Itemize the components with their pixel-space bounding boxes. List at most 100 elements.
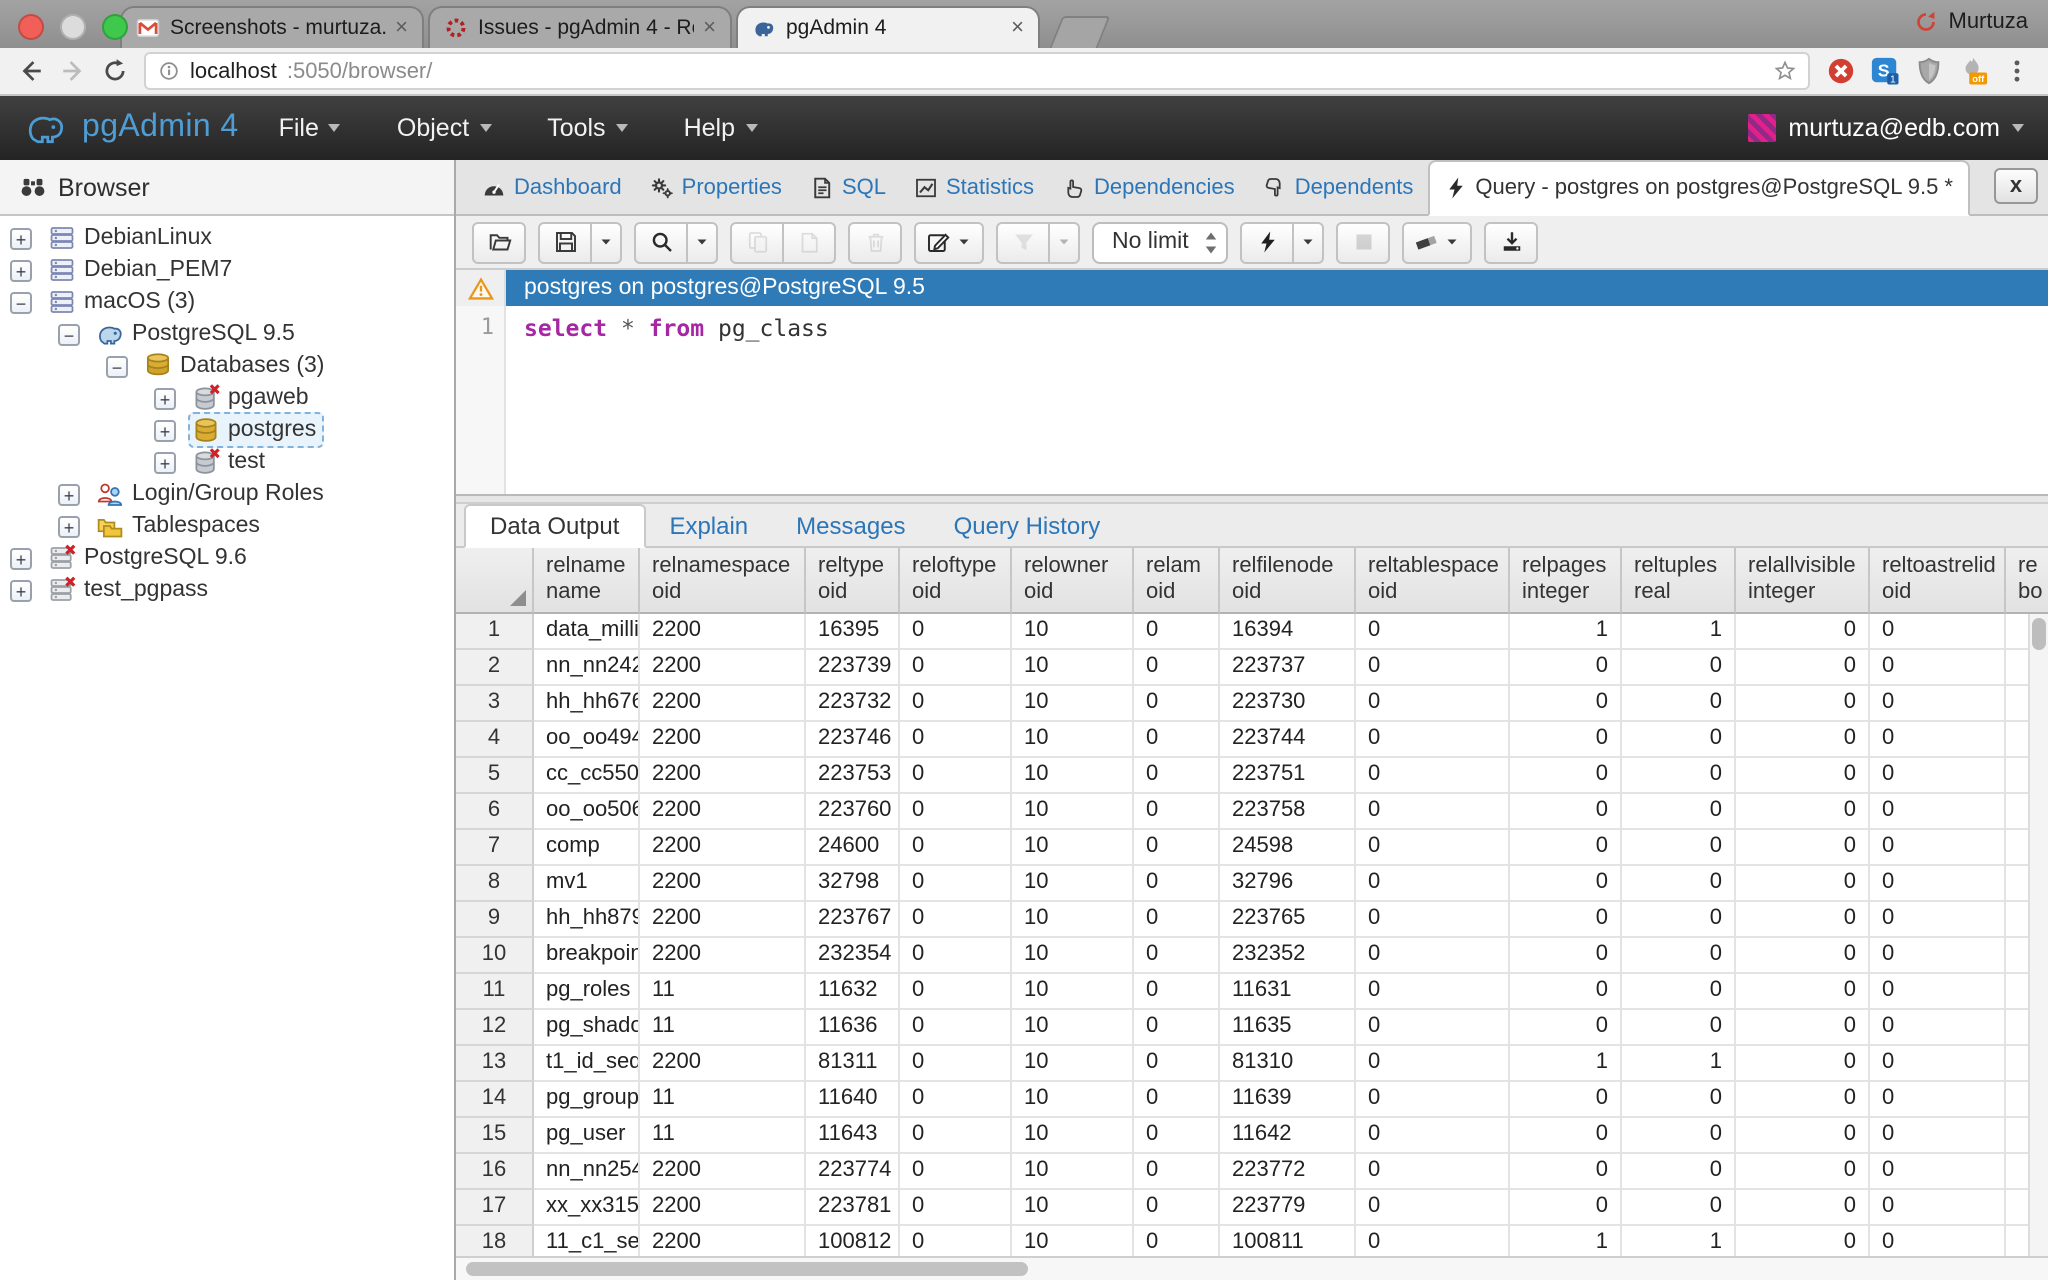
grid-cell[interactable]: 0: [1134, 1046, 1220, 1082]
grid-cell[interactable]: 2200: [640, 1226, 806, 1256]
grid-cell[interactable]: 10: [1012, 1010, 1134, 1046]
grid-cell[interactable]: 0: [1622, 866, 1736, 902]
grid-cell[interactable]: 11642: [1220, 1118, 1356, 1154]
grid-cell[interactable]: 0: [1356, 866, 1510, 902]
user-menu[interactable]: murtuza@edb.com: [1748, 114, 2024, 142]
grid-cell[interactable]: 223781: [806, 1190, 900, 1226]
grid-cell[interactable]: 0: [1622, 1154, 1736, 1190]
grid-cell[interactable]: 0: [1356, 722, 1510, 758]
grid-cell[interactable]: 0: [900, 650, 1012, 686]
address-bar[interactable]: localhost:5050/browser/: [144, 52, 1810, 90]
grid-cell[interactable]: 223732: [806, 686, 900, 722]
grid-cell[interactable]: nn_nn254...: [534, 1154, 640, 1190]
zoom-window-button[interactable]: [102, 14, 128, 40]
grid-cell[interactable]: 11_c1_seq: [534, 1226, 640, 1256]
grid-cell[interactable]: 0: [1870, 614, 2006, 650]
grid-cell[interactable]: 0: [1134, 1010, 1220, 1046]
grid-cell[interactable]: 0: [1622, 1118, 1736, 1154]
grid-cell[interactable]: 0: [1510, 758, 1622, 794]
grid-cell[interactable]: 0: [1356, 1226, 1510, 1256]
grid-cell[interactable]: 0: [1134, 794, 1220, 830]
grid-cell[interactable]: hh_hh676...: [534, 686, 640, 722]
row-limit-select[interactable]: No limit: [1092, 221, 1229, 263]
copy-button[interactable]: [730, 221, 784, 263]
expand-toggle[interactable]: +: [58, 515, 80, 537]
grid-cell[interactable]: 10: [1012, 614, 1134, 650]
grid-cell[interactable]: 0: [1356, 1190, 1510, 1226]
grid-cell[interactable]: 2200: [640, 1154, 806, 1190]
expand-toggle[interactable]: +: [10, 227, 32, 249]
minimize-window-button[interactable]: [60, 14, 86, 40]
grid-cell[interactable]: 10: [1012, 1190, 1134, 1226]
grid-cell[interactable]: 0: [1356, 614, 1510, 650]
tree-node[interactable]: Login/Group Roles: [92, 476, 332, 512]
execute-options-button[interactable]: [1293, 221, 1325, 263]
shield-extension[interactable]: [1914, 56, 1944, 86]
browser-tab[interactable]: Screenshots - murtuza.zabuaw×: [120, 6, 424, 48]
grid-cell[interactable]: 0: [1870, 902, 2006, 938]
tab-statistics[interactable]: Statistics: [900, 160, 1048, 214]
grid-cell[interactable]: 11639: [1220, 1082, 1356, 1118]
filter-options-button[interactable]: [1048, 221, 1080, 263]
collapse-toggle[interactable]: −: [106, 355, 128, 377]
row-number[interactable]: 2: [456, 650, 534, 686]
column-header-reltoastrelid[interactable]: reltoastrelidoid: [1870, 548, 2006, 614]
grid-cell[interactable]: 11: [640, 1082, 806, 1118]
clear-button[interactable]: [1403, 221, 1473, 263]
expand-toggle[interactable]: +: [10, 547, 32, 569]
browser-tab[interactable]: pgAdmin 4×: [736, 6, 1040, 48]
forward-icon[interactable]: [60, 58, 86, 84]
grid-cell[interactable]: 0: [1870, 1010, 2006, 1046]
grid-cell[interactable]: 0: [1736, 794, 1870, 830]
tree-item-macos-3[interactable]: −macOS (3): [0, 286, 454, 318]
tree-item-tablespaces[interactable]: +Tablespaces: [0, 510, 454, 542]
tree-node[interactable]: test: [188, 444, 273, 480]
row-number[interactable]: 8: [456, 866, 534, 902]
grid-cell[interactable]: 223767: [806, 902, 900, 938]
vertical-scrollbar[interactable]: [2028, 614, 2048, 1256]
column-header-relam[interactable]: relamoid: [1134, 548, 1220, 614]
grid-cell[interactable]: 0: [1870, 1226, 2006, 1256]
grid-cell[interactable]: 0: [1622, 830, 1736, 866]
expand-toggle[interactable]: +: [154, 451, 176, 473]
expand-toggle[interactable]: +: [10, 579, 32, 601]
grid-cell[interactable]: 0: [1356, 758, 1510, 794]
grid-cell[interactable]: 0: [1622, 686, 1736, 722]
grid-cell[interactable]: 10: [1012, 722, 1134, 758]
row-number[interactable]: 1: [456, 614, 534, 650]
grid-cell[interactable]: oo_oo506...: [534, 794, 640, 830]
grid-cell[interactable]: 2200: [640, 794, 806, 830]
grid-cell[interactable]: 0: [1870, 686, 2006, 722]
grid-cell[interactable]: 1: [1622, 1226, 1736, 1256]
grid-cell[interactable]: 0: [1356, 1046, 1510, 1082]
edit-options-button[interactable]: [914, 221, 984, 263]
vertical-scrollbar-thumb[interactable]: [2032, 618, 2046, 650]
horizontal-scrollbar-thumb[interactable]: [466, 1262, 1028, 1276]
grid-cell[interactable]: 0: [1356, 938, 1510, 974]
grid-cell[interactable]: 0: [900, 1190, 1012, 1226]
grid-cell[interactable]: 0: [1870, 794, 2006, 830]
grid-cell[interactable]: 0: [900, 830, 1012, 866]
grid-cell[interactable]: 223744: [1220, 722, 1356, 758]
grid-cell[interactable]: 0: [1134, 938, 1220, 974]
grid-cell[interactable]: 223730: [1220, 686, 1356, 722]
tree-node[interactable]: DebianLinux: [44, 220, 220, 256]
grid-cell[interactable]: 0: [1510, 1118, 1622, 1154]
save-options-button[interactable]: [590, 221, 622, 263]
browser-profile[interactable]: Murtuza: [1915, 10, 2029, 34]
grid-cell[interactable]: 2200: [640, 1046, 806, 1082]
tree-node[interactable]: Debian_PEM7: [44, 252, 240, 288]
grid-cell[interactable]: 0: [900, 758, 1012, 794]
tab-sql[interactable]: SQL: [796, 160, 900, 214]
grid-cell[interactable]: 2200: [640, 650, 806, 686]
stop-button[interactable]: [1337, 221, 1391, 263]
grid-cell[interactable]: 2200: [640, 722, 806, 758]
bookmark-star-icon[interactable]: [1774, 60, 1796, 82]
grid-cell[interactable]: 0: [1870, 830, 2006, 866]
tree-item-postgresql-9-5[interactable]: −PostgreSQL 9.5: [0, 318, 454, 350]
row-number[interactable]: 12: [456, 1010, 534, 1046]
grid-cell[interactable]: 10: [1012, 1226, 1134, 1256]
open-file-button[interactable]: [472, 221, 526, 263]
grid-cell[interactable]: 0: [1622, 974, 1736, 1010]
grid-cell[interactable]: 0: [1510, 722, 1622, 758]
